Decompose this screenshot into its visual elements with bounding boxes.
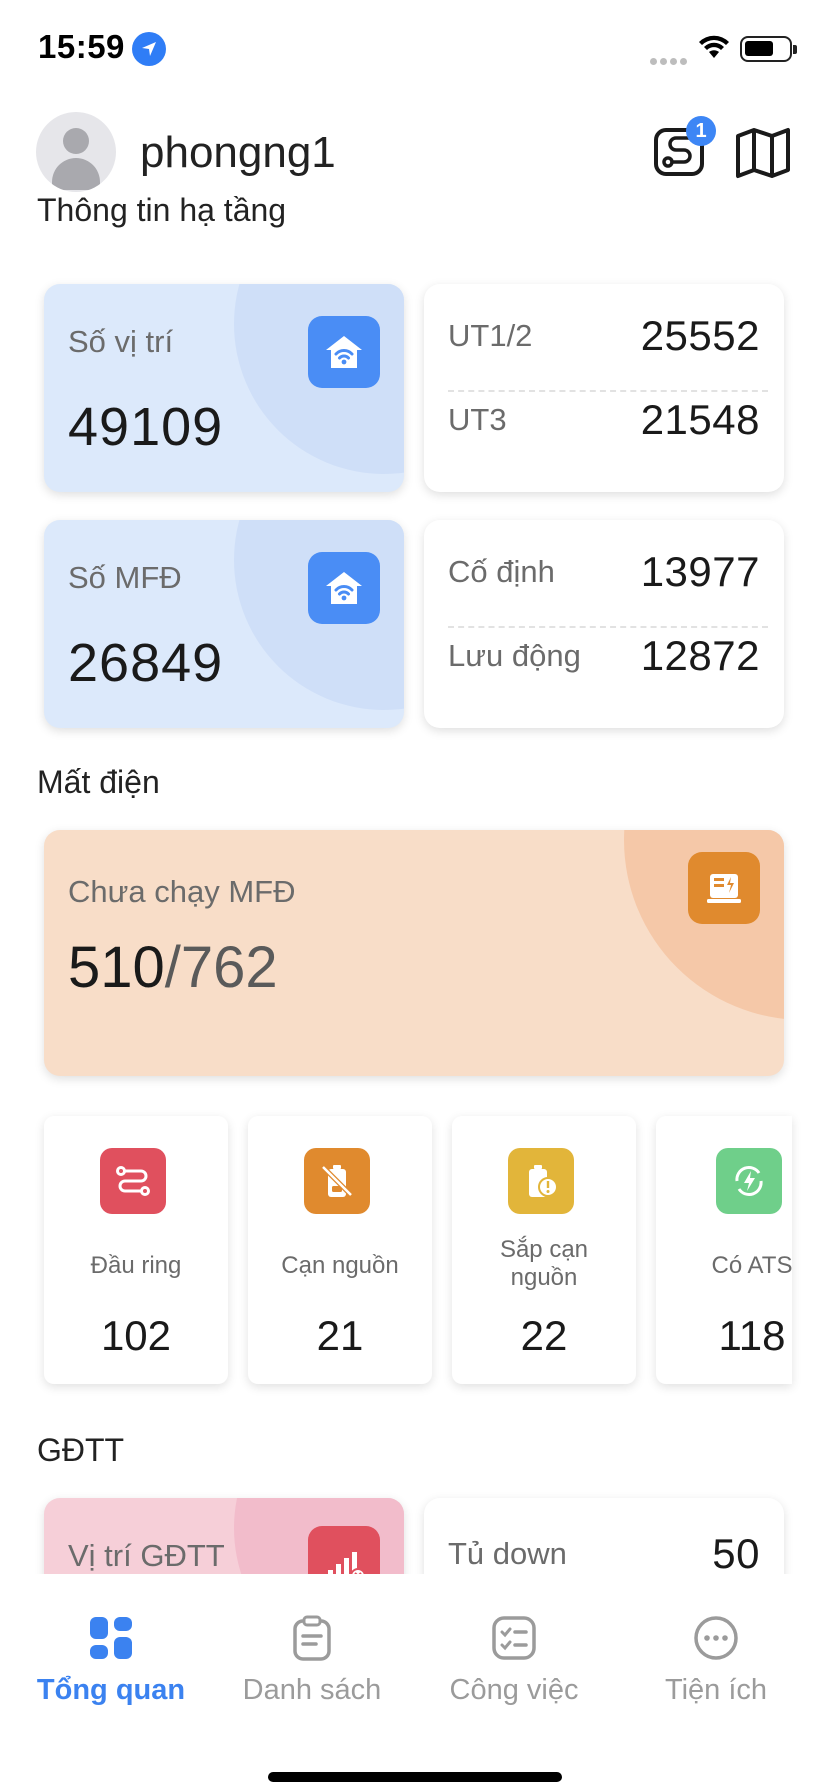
location-arrow-icon — [132, 32, 166, 66]
split-value: 25552 — [640, 312, 760, 359]
status-bar: 15:59 — [0, 0, 828, 100]
stat-label: Có ATS — [711, 1252, 792, 1279]
home-wifi-icon — [308, 552, 380, 624]
split-value: 21548 — [640, 396, 760, 443]
gdtt-positions-label: Vị trí GĐTT — [68, 1538, 225, 1573]
nav-tab-list[interactable]: Danh sách — [212, 1614, 412, 1724]
avatar[interactable] — [36, 112, 116, 192]
section-title-gdtt: GĐTT — [37, 1432, 125, 1468]
generators-card[interactable]: Số MFĐ 26849 — [44, 520, 404, 728]
not-running-total: /762 — [164, 935, 278, 1000]
section-title-infrastructure: Thông tin hạ tầng — [37, 192, 287, 228]
wifi-icon — [699, 35, 729, 58]
battery-warning-icon — [508, 1148, 574, 1214]
map-icon[interactable] — [734, 124, 792, 182]
username: phongng1 — [140, 128, 336, 177]
stat-value: 102 — [100, 1312, 172, 1359]
generators-label: Số MFĐ — [68, 560, 182, 595]
cabinet-down-value: 50 — [712, 1530, 760, 1577]
nav-tab-tasks[interactable]: Công việc — [414, 1614, 614, 1724]
generator-split-card[interactable]: Cố định 13977 Lưu động 12872 — [424, 520, 784, 728]
notification-badge: 1 — [686, 116, 716, 146]
stat-card-ats[interactable]: Có ATS 118 — [656, 1116, 792, 1384]
cabinet-down-label: Tủ down — [448, 1536, 567, 1571]
route-icon — [100, 1148, 166, 1214]
home-indicator — [268, 1772, 562, 1782]
nav-label: Công việc — [449, 1674, 579, 1706]
stat-label: Đầu ring — [90, 1252, 182, 1279]
generators-value: 26849 — [68, 633, 224, 693]
split-row-mobile: Lưu động 12872 — [448, 620, 760, 690]
stat-label: Cạn nguồn — [281, 1252, 399, 1279]
nav-label: Tiện ích — [664, 1674, 768, 1706]
stat-card-ring[interactable]: Đầu ring 102 — [44, 1116, 228, 1384]
stat-value: 118 — [718, 1312, 786, 1359]
stat-value: 22 — [520, 1312, 568, 1359]
nav-tab-overview[interactable]: Tổng quan — [11, 1614, 211, 1724]
more-icon — [694, 1616, 738, 1660]
battery-empty-icon — [304, 1148, 370, 1214]
locations-card[interactable]: Số vị trí 49109 — [44, 284, 404, 492]
clipboard-icon — [293, 1615, 331, 1661]
section-title-outage: Mất điện — [37, 764, 160, 800]
ats-icon — [716, 1148, 782, 1214]
split-label: Cố định — [448, 554, 555, 589]
split-row-ut3: UT3 21548 — [448, 384, 760, 454]
battery-icon — [740, 36, 797, 62]
stat-card-low-source[interactable]: Sắp cạn nguồn 22 — [452, 1116, 636, 1384]
stat-value: 21 — [316, 1312, 364, 1359]
split-label: Lưu động — [448, 638, 581, 673]
nav-label: Tổng quan — [36, 1674, 186, 1706]
app-screen: 15:59 phongng1 1 Thông tin hạ tầng Số vị… — [0, 0, 828, 1792]
home-wifi-icon — [308, 316, 380, 388]
split-row-fixed: Cố định 13977 — [448, 536, 760, 606]
nav-label: Danh sách — [242, 1674, 382, 1706]
status-time: 15:59 — [38, 28, 125, 65]
stat-card-empty-source[interactable]: Cạn nguồn 21 — [248, 1116, 432, 1384]
stat-label: Sắp cạn nguồn — [499, 1236, 589, 1291]
not-running-count: 510/762 — [68, 934, 278, 1001]
split-row-ut12: UT1/2 25552 — [448, 300, 760, 370]
not-running-label: Chưa chạy MFĐ — [68, 874, 296, 909]
split-label: UT3 — [448, 402, 507, 437]
not-running-generator-card[interactable]: Chưa chạy MFĐ 510/762 — [44, 830, 784, 1076]
locations-value: 49109 — [68, 397, 224, 457]
split-label: UT1/2 — [448, 318, 533, 353]
generator-icon — [688, 852, 760, 924]
split-value: 12872 — [640, 632, 760, 679]
checklist-icon — [492, 1616, 536, 1660]
cellular-signal-icon — [650, 52, 690, 65]
dashboard-icon — [90, 1617, 132, 1659]
not-running-current: 510 — [68, 935, 165, 1000]
location-split-card[interactable]: UT1/2 25552 UT3 21548 — [424, 284, 784, 492]
split-value: 13977 — [640, 548, 760, 595]
locations-label: Số vị trí — [68, 324, 174, 359]
bottom-navigation: Tổng quan Danh sách Công việc Tiện ích — [0, 1574, 828, 1792]
nav-tab-utilities[interactable]: Tiện ích — [616, 1614, 816, 1724]
